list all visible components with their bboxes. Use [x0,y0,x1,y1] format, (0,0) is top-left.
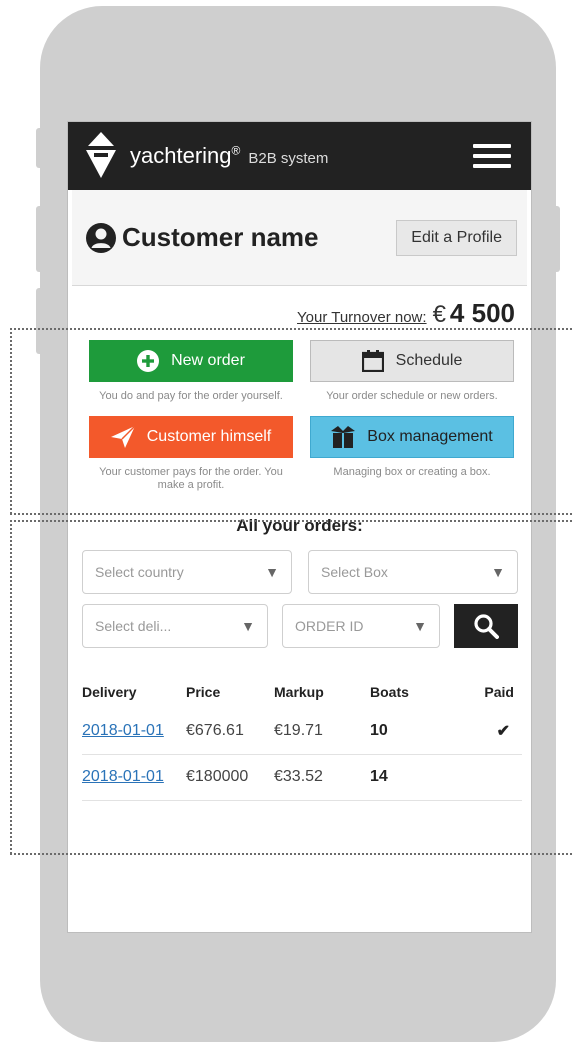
action-buttons: New order You do and pay for the order y… [68,332,531,514]
column-header-paid: Paid [484,684,514,700]
schedule-description: Your order schedule or new orders. [326,390,498,402]
dropdown-arrow-icon: ▼ [413,618,427,634]
delivery-date-link[interactable]: 2018-01-01 [82,754,186,801]
edit-profile-button[interactable]: Edit a Profile [396,219,517,256]
order-price: €676.61 [186,708,274,755]
dropdown-arrow-icon: ▼ [265,564,279,580]
new-order-button[interactable]: New order [89,340,293,382]
checkmark-icon: ✔ [452,708,522,755]
phone-side-button [36,128,44,168]
phone-side-button [36,206,44,272]
phone-side-button [552,206,560,272]
paper-plane-icon [110,426,135,448]
brand-name: yachtering® [130,143,241,168]
turnover-currency: € [432,301,446,328]
search-button[interactable] [454,604,518,648]
customer-himself-label: Customer himself [146,428,272,445]
order-markup: €19.71 [274,708,370,755]
column-header-delivery: Delivery [82,684,137,700]
phone-side-button [36,288,44,354]
customer-himself-button[interactable]: Customer himself [89,416,293,458]
dropdown-arrow-icon: ▼ [491,564,505,580]
box-management-button[interactable]: Box management [310,416,514,458]
app-header: yachtering® B2B system [68,122,531,190]
turnover-label: Your Turnover now: [297,309,427,326]
delivery-select[interactable]: Select deli... ▼ [82,604,268,648]
annotation-line [10,520,572,522]
column-header-boats: Boats [370,684,409,700]
brand-subtitle: B2B system [248,149,329,167]
schedule-button[interactable]: Schedule [310,340,514,382]
order-boats: 14 [370,754,452,801]
order-id-select[interactable]: ORDER ID ▼ [282,604,440,648]
order-boats: 10 [370,708,452,755]
box-select[interactable]: Select Box ▼ [308,550,518,594]
order-filters: Select country ▼ Select Box ▼ Select deli.… [68,546,531,662]
hamburger-menu-icon[interactable] [473,144,511,168]
user-avatar-icon [86,222,116,253]
box-management-description: Managing box or creating a box. [333,466,491,478]
turnover-summary: Your Turnover now: €4 500 [68,286,531,332]
column-header-markup: Markup [274,684,324,700]
country-select[interactable]: Select country ▼ [82,550,292,594]
yacht-logo-icon [86,132,116,178]
table-row: 2018-01-01 €180000 €33.52 14 [82,754,522,801]
new-order-label: New order [171,352,245,369]
order-markup: €33.52 [274,754,370,801]
orders-table-header: Delivery Price Markup Boats Paid [82,676,522,708]
phone-screen: yachtering® B2B system Customer name Edi… [67,121,532,933]
annotation-line [10,853,572,855]
annotation-line [10,328,12,514]
paid-status [452,754,522,801]
new-order-description: You do and pay for the order yourself. [99,390,283,402]
customer-name: Customer name [122,222,319,252]
search-icon [474,614,499,639]
annotation-line [10,520,12,854]
box-management-label: Box management [367,428,493,445]
box-icon [331,426,356,448]
annotation-line [10,513,572,515]
profile-bar: Customer name Edit a Profile [72,190,527,286]
orders-table: Delivery Price Markup Boats Paid 2018-01… [82,676,522,801]
dropdown-arrow-icon: ▼ [241,618,255,634]
calendar-icon [361,350,384,372]
schedule-label: Schedule [395,352,463,369]
table-row: 2018-01-01 €676.61 €19.71 10 ✔ [82,708,522,755]
customer-himself-description: Your customer pays for the order. You ma… [99,466,283,491]
column-header-price: Price [186,684,221,700]
turnover-value: 4 500 [449,298,515,328]
plus-circle-icon [137,350,160,372]
annotation-line [10,328,572,330]
delivery-date-link[interactable]: 2018-01-01 [82,708,186,755]
order-price: €180000 [186,754,274,801]
